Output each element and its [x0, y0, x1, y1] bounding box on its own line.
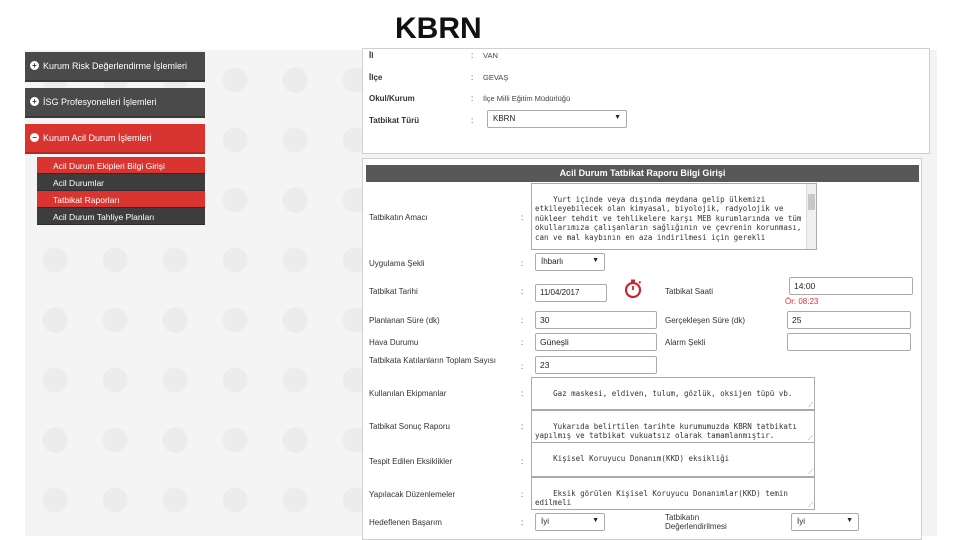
location-panel: İl : VAN İlçe : GEVAŞ Okul/Kurum : İlçe …: [362, 48, 930, 154]
tatbikat-turu-select[interactable]: KBRN ▼: [487, 110, 627, 128]
eksik-textarea[interactable]: Kişisel Koruyucu Donanım(KKD) eksikliği …: [531, 442, 815, 477]
uygulama-sekli-select[interactable]: İhbarlı ▼: [535, 253, 605, 271]
deger-select[interactable]: İyi ▼: [791, 513, 859, 531]
colon: :: [521, 338, 524, 347]
sub-item-acil-durumlar[interactable]: Acil Durumlar: [37, 174, 205, 191]
duzen-label: Yapılacak Düzenlemeler: [369, 490, 456, 499]
tarih-label: Tatbikat Tarihi: [369, 287, 418, 296]
plus-circle-icon: +: [30, 61, 39, 70]
saat-hint: Ör: 08:23: [785, 297, 819, 306]
katilan-input[interactable]: 23: [535, 356, 657, 374]
chevron-down-icon: ▼: [592, 257, 599, 264]
il-value: VAN: [483, 51, 498, 60]
form-header: Acil Durum Tatbikat Raporu Bilgi Girişi: [366, 165, 919, 182]
ekipman-textarea[interactable]: Gaz maskesi, eldiven, tulum, gözlük, oks…: [531, 377, 815, 410]
duzen-textarea[interactable]: Eksik görülen Kişisel Koruyucu Donanımla…: [531, 477, 815, 510]
slide-title: KBRN: [395, 12, 482, 45]
amac-textarea[interactable]: Yurt içinde veya dışında meydana gelip ü…: [531, 183, 817, 250]
il-label: İl: [369, 51, 374, 60]
ilce-value: GEVAŞ: [483, 73, 509, 82]
tarih-input[interactable]: 11/04/2017: [535, 284, 607, 302]
gerceklesen-label: Gerçekleşen Süre (dk): [665, 316, 746, 325]
tur-label: Tatbikat Türü: [369, 116, 420, 125]
basari-select[interactable]: İyi ▼: [535, 513, 605, 531]
sub-menu: Acil Durum Ekipleri Bilgi Girişi Acil Du…: [25, 157, 205, 225]
sidebar-item-label: Kurum Acil Durum İşlemleri: [43, 133, 152, 143]
hava-label: Hava Durumu: [369, 338, 419, 347]
resize-handle-icon[interactable]: ⟋: [808, 402, 813, 409]
planlanan-label: Planlanan Süre (dk): [369, 316, 440, 325]
sonuc-text: Yukarıda belirtilen tarihte kurumumuzda …: [535, 421, 802, 441]
resize-handle-icon[interactable]: ⟋: [808, 502, 813, 509]
minus-circle-icon: −: [30, 133, 39, 142]
saat-input[interactable]: 14:00: [789, 277, 913, 295]
colon: :: [521, 316, 524, 325]
sub-item-tahliye-planlari[interactable]: Acil Durum Tahliye Planları: [37, 208, 205, 225]
sonuc-label: Tatbikat Sonuç Raporu: [369, 422, 450, 431]
deger-label: Tatbikatın Değerlendirilmesi: [665, 513, 727, 531]
ekipman-label: Kullanılan Ekipmanlar: [369, 389, 447, 398]
colon: :: [471, 94, 474, 103]
eksik-label: Tespit Edilen Eksiklikler: [369, 457, 453, 466]
chevron-down-icon: ▼: [614, 114, 621, 121]
chevron-down-icon: ▼: [846, 517, 853, 524]
duzen-text: Eksik görülen Kişisel Koruyucu Donanımla…: [535, 488, 793, 508]
sidebar-item-risk[interactable]: + Kurum Risk Değerlendirme İşlemleri: [25, 52, 205, 82]
sub-item-ekipler[interactable]: Acil Durum Ekipleri Bilgi Girişi: [37, 157, 205, 174]
ilce-label: İlçe: [369, 73, 383, 82]
colon: :: [521, 490, 524, 499]
sidebar-item-label: İSG Profesyonelleri İşlemleri: [43, 97, 157, 107]
deger-value: İyi: [797, 517, 805, 526]
scrollbar[interactable]: [806, 184, 816, 249]
colon: :: [521, 287, 524, 296]
sidebar-item-isg[interactable]: + İSG Profesyonelleri İşlemleri: [25, 88, 205, 118]
colon: :: [521, 457, 524, 466]
basari-value: İyi: [541, 517, 549, 526]
sidebar-item-acil-durum[interactable]: − Kurum Acil Durum İşlemleri: [25, 124, 205, 154]
colon: :: [521, 518, 524, 527]
colon: :: [521, 389, 524, 398]
sub-item-tatbikat-raporlari[interactable]: Tatbikat Raporları: [37, 191, 205, 208]
colon: :: [521, 259, 524, 268]
colon: :: [471, 116, 474, 125]
sidebar: + Kurum Risk Değerlendirme İşlemleri + İ…: [25, 52, 205, 225]
saat-label: Tatbikat Saati: [665, 287, 714, 296]
colon: :: [471, 51, 474, 60]
eksik-text: Kişisel Koruyucu Donanım(KKD) eksikliği: [553, 453, 730, 463]
chevron-down-icon: ▼: [592, 517, 599, 524]
okul-value: İlçe Milli Eğitim Müdürlüğü: [483, 94, 571, 103]
hava-input[interactable]: Güneşli: [535, 333, 657, 351]
amac-text: Yurt içinde veya dışında meydana gelip ü…: [535, 194, 806, 242]
okul-label: Okul/Kurum: [369, 94, 415, 103]
sonuc-textarea[interactable]: Yukarıda belirtilen tarihte kurumumuzda …: [531, 410, 815, 443]
resize-handle-icon[interactable]: ⟋: [808, 469, 813, 476]
sekil-label: Uygulama Şekli: [369, 259, 425, 268]
basari-label: Hedeflenen Başarım: [369, 518, 442, 527]
colon: :: [471, 73, 474, 82]
stopwatch-icon[interactable]: [622, 277, 644, 299]
resize-handle-icon[interactable]: ⟋: [808, 435, 813, 442]
ekipman-text: Gaz maskesi, eldiven, tulum, gözlük, oks…: [553, 388, 793, 398]
colon: :: [521, 422, 524, 431]
planlanan-input[interactable]: 30: [535, 311, 657, 329]
tatbikat-turu-value: KBRN: [493, 114, 516, 123]
alarm-label: Alarm Şekli: [665, 338, 706, 347]
colon: :: [521, 213, 524, 222]
plus-circle-icon: +: [30, 97, 39, 106]
alarm-input[interactable]: [787, 333, 911, 351]
tatbikat-form: Acil Durum Tatbikat Raporu Bilgi Girişi …: [362, 158, 922, 540]
colon: :: [521, 362, 524, 371]
gerceklesen-input[interactable]: 25: [787, 311, 911, 329]
sidebar-item-label: Kurum Risk Değerlendirme İşlemleri: [43, 61, 188, 71]
uygulama-sekli-value: İhbarlı: [541, 257, 564, 266]
katilan-label: Tatbikata Katılanların Toplam Sayısı: [369, 356, 497, 365]
amac-label: Tatbikatın Amacı: [369, 213, 428, 222]
